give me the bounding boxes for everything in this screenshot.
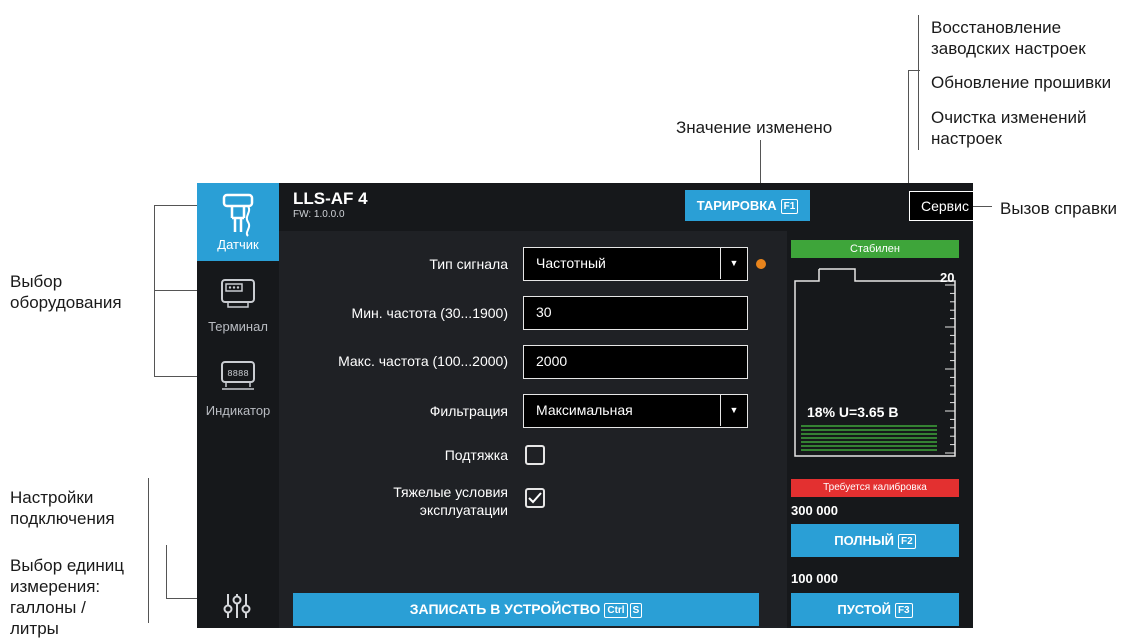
- min-freq-label: Мин. частота (30...1900): [351, 305, 508, 321]
- sidebar-item-sensor[interactable]: Датчик: [197, 183, 279, 261]
- heavy-label-line-1: Тяжелые условия: [393, 484, 508, 500]
- full-label: ПОЛНЫЙ: [834, 533, 895, 548]
- callout-value-changed: Значение изменено: [676, 118, 833, 137]
- header: LLS-AF 4 FW: 1.0.0.0 ТАРИРОВКА F1 Сервис …: [279, 183, 973, 231]
- leader-line: [166, 545, 167, 598]
- tank-scale-ticks: [945, 284, 955, 454]
- empty-label: ПУСТОЙ: [837, 602, 891, 617]
- write-to-device-button[interactable]: ЗАПИСАТЬ В УСТРОЙСТВО Ctrl S: [293, 593, 759, 626]
- max-freq-input[interactable]: 2000: [523, 345, 748, 379]
- calibration-warning: Требуется калибровка: [791, 479, 959, 497]
- status-badge: Стабилен: [791, 240, 959, 258]
- service-dropdown[interactable]: Сервис ▼: [909, 191, 973, 221]
- max-freq-label: Макс. частота (100...2000): [338, 353, 508, 369]
- settings-sliders-button[interactable]: [219, 592, 255, 620]
- terminal-icon: [221, 279, 255, 308]
- empty-value: 100 000: [791, 571, 838, 586]
- heavy-conditions-checkbox[interactable]: [525, 488, 545, 508]
- callout-restore-factory: Восстановление заводских настроек: [931, 18, 1086, 58]
- heavy-conditions-label: Тяжелые условия эксплуатации: [393, 483, 508, 519]
- callout-clear-changes: Очистка изменений настроек: [931, 108, 1087, 148]
- device-title: LLS-AF 4: [293, 189, 368, 208]
- full-key: F2: [898, 534, 916, 550]
- leader-line: [908, 70, 909, 200]
- tank-fill-level: [801, 425, 937, 451]
- filter-select[interactable]: Максимальная ▼: [523, 394, 748, 428]
- sidebar-item-label: Индикатор: [205, 403, 271, 418]
- indicator-icon: 8888: [221, 361, 255, 390]
- signal-type-value: Частотный: [536, 255, 606, 271]
- calibration-label: ТАРИРОВКА: [696, 198, 777, 213]
- sidebar-item-indicator[interactable]: 8888 Индикатор: [197, 353, 279, 427]
- min-freq-input[interactable]: 30: [523, 296, 748, 330]
- svg-text:8888: 8888: [227, 369, 249, 379]
- leader-line: [918, 15, 919, 150]
- filter-value: Максимальная: [536, 402, 633, 418]
- filter-label: Фильтрация: [429, 403, 508, 419]
- calibration-button[interactable]: ТАРИРОВКА F1: [685, 190, 810, 221]
- heavy-label-line-2: эксплуатации: [419, 502, 508, 518]
- pullup-label: Подтяжка: [444, 447, 508, 463]
- firmware-version: FW: 1.0.0.0: [293, 209, 345, 220]
- full-button[interactable]: ПОЛНЫЙ F2: [791, 524, 959, 557]
- callout-firmware-update: Обновление прошивки: [931, 73, 1112, 92]
- signal-type-select[interactable]: Частотный ▼: [523, 247, 748, 281]
- full-value: 300 000: [791, 503, 838, 518]
- callout-connection-settings: Настройки подключения: [10, 488, 115, 528]
- tank-reading: 18% U=3.65 В: [807, 404, 899, 420]
- sensor-icon: [222, 193, 254, 237]
- callout-units-select: Выбор единиц измерения: галлоны / литры: [10, 556, 125, 638]
- app-window: Датчик Терминал 8888 Индикатор LLS-AF 4 …: [197, 183, 973, 628]
- service-label: Сервис: [921, 198, 969, 214]
- callout-help: Вызов справки: [1000, 199, 1117, 218]
- sidebar-item-terminal[interactable]: Терминал: [197, 269, 279, 343]
- calibration-key: F1: [780, 199, 799, 215]
- callout-equipment-select: Выбор оборудования: [10, 272, 122, 312]
- tank-max-scale: 20: [940, 270, 955, 285]
- tank-panel: Стабилен 20 18% U=3.65 В Требуется калиб…: [787, 231, 973, 628]
- sidebar-item-label: Датчик: [217, 237, 259, 252]
- sidebar-item-label: Терминал: [208, 319, 268, 334]
- sliders-icon: [223, 594, 251, 618]
- empty-key: F3: [894, 603, 913, 619]
- write-label: ЗАПИСАТЬ В УСТРОЙСТВО: [409, 601, 601, 617]
- leader-line: [908, 70, 920, 71]
- sidebar: Датчик Терминал 8888 Индикатор: [197, 183, 279, 628]
- ctrl-key: Ctrl: [604, 602, 628, 618]
- value-changed-indicator: [756, 259, 766, 269]
- leader-line: [148, 478, 149, 623]
- s-key: S: [629, 602, 643, 618]
- empty-button[interactable]: ПУСТОЙ F3: [791, 593, 959, 626]
- tank-gauge: [794, 268, 956, 457]
- checkmark-icon: [528, 492, 542, 504]
- chevron-down-icon: ▼: [720, 248, 747, 279]
- pullup-checkbox[interactable]: [525, 445, 545, 465]
- chevron-down-icon: ▼: [720, 395, 747, 426]
- signal-type-label: Тип сигнала: [429, 256, 508, 272]
